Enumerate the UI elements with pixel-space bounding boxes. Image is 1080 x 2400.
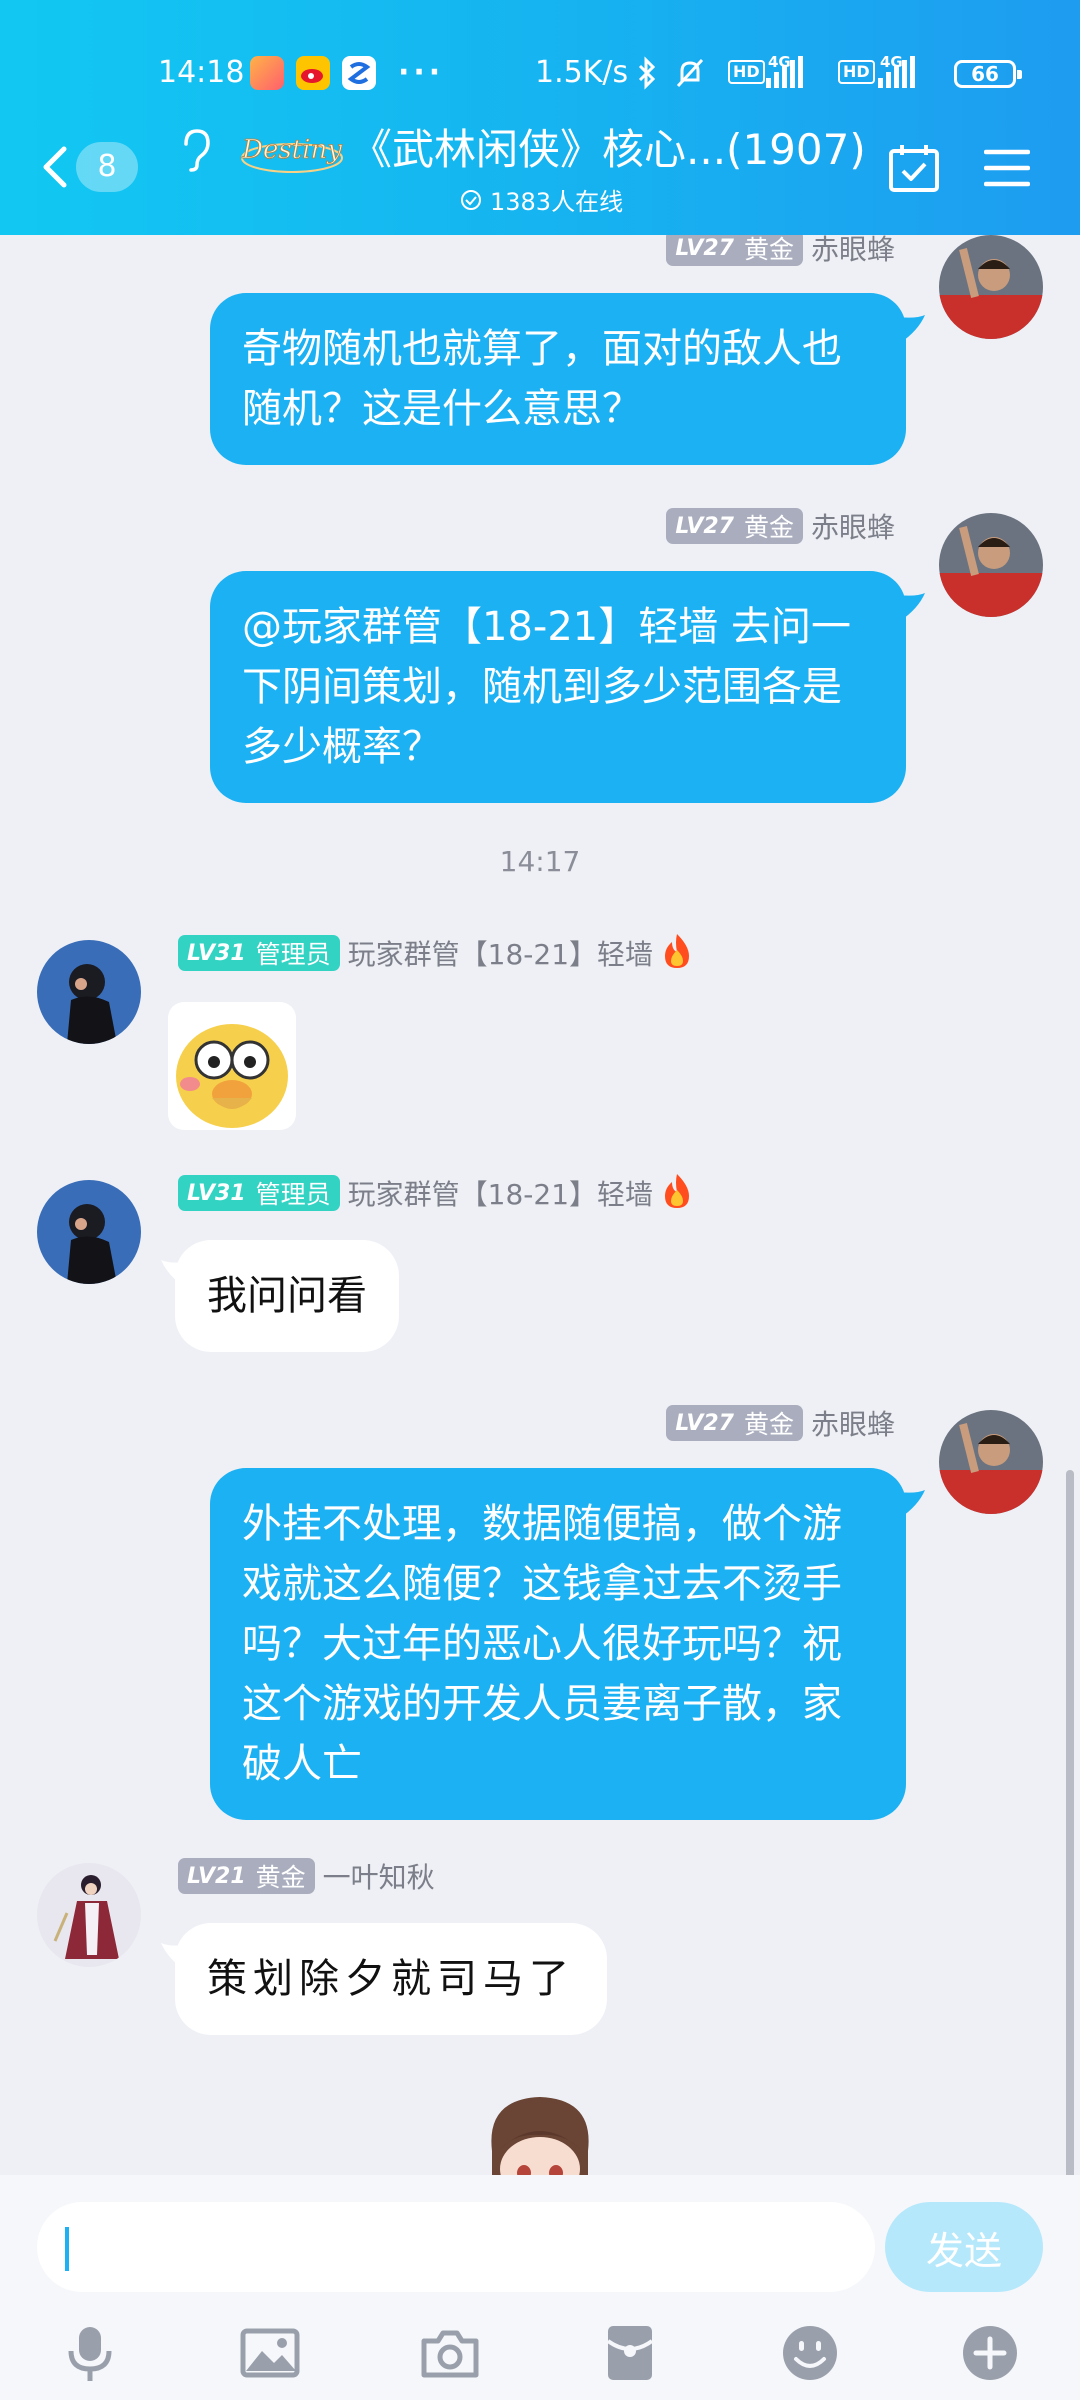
back-button[interactable]: 8 xyxy=(40,140,148,194)
sender-name: 赤眼蜂 xyxy=(810,1408,895,1441)
online-count-text: 1383人在线 xyxy=(490,188,624,216)
game-app-icon xyxy=(250,56,284,90)
sender-name: 一叶知秋 xyxy=(322,1861,435,1894)
camera-icon[interactable] xyxy=(420,2323,480,2383)
check-circle-icon xyxy=(461,189,481,210)
duck-sticker[interactable] xyxy=(168,1002,296,1130)
hd-badge-2: HD xyxy=(838,60,875,84)
level-badge: LV27 黄金 xyxy=(666,1405,803,1441)
group-title[interactable]: 《武林闲侠》核心...(1907) xyxy=(350,122,880,178)
message-bubble[interactable]: 外挂不处理，数据随便搞，做个游戏就这么随便？这钱拿过去不烫手吗？大过年的恶心人很… xyxy=(210,1468,906,1820)
signal-1-icon xyxy=(766,56,803,88)
online-count[interactable]: 1383人在线 xyxy=(460,182,623,217)
red-packet-icon[interactable] xyxy=(600,2323,660,2383)
message-bubble[interactable]: 奇物随机也就算了，面对的敌人也随机？这是什么意思？ xyxy=(210,293,906,465)
level-badge: LV31 管理员 xyxy=(178,935,340,971)
avatar[interactable] xyxy=(37,940,141,1044)
bluetooth-icon xyxy=(638,56,656,90)
image-icon[interactable] xyxy=(240,2323,300,2383)
message-bubble[interactable]: @玩家群管【18-21】轻墙 去问一下阴间策划，随机到多少范围各是多少概率？ xyxy=(210,571,906,803)
status-time: 14:18 xyxy=(158,54,245,90)
status-more-dots: ··· xyxy=(398,54,445,90)
avatar[interactable] xyxy=(37,1863,141,1967)
sender-name: 玩家群管【18-21】轻墙 xyxy=(347,938,654,971)
menu-icon[interactable] xyxy=(984,148,1030,188)
hd-badge-1: HD xyxy=(728,60,765,84)
weibo-icon xyxy=(296,56,330,90)
sender-meta: LV27 黄金 赤眼蜂 xyxy=(666,235,895,266)
level-badge: LV31 管理员 xyxy=(178,1175,340,1211)
mic-icon[interactable] xyxy=(60,2323,120,2383)
message-bubble[interactable]: 我问问看 xyxy=(175,1240,399,1352)
sender-meta: LV31 管理员 玩家群管【18-21】轻墙 xyxy=(178,1172,695,1214)
app-notification-icon xyxy=(342,56,376,90)
time-divider: 14:17 xyxy=(499,845,581,878)
calendar-check-icon[interactable] xyxy=(888,143,940,193)
scrollbar[interactable] xyxy=(1066,1470,1074,2185)
plus-icon[interactable] xyxy=(960,2323,1020,2383)
sender-name: 赤眼蜂 xyxy=(810,511,895,544)
status-net-speed: 1.5K/s xyxy=(535,54,629,90)
avatar[interactable] xyxy=(939,235,1043,339)
send-button[interactable]: 发送 xyxy=(885,2202,1043,2292)
sender-meta: LV31 管理员 玩家群管【18-21】轻墙 xyxy=(178,932,695,974)
sender-meta: LV27 黄金 赤眼蜂 xyxy=(666,1405,895,1441)
mute-bell-icon xyxy=(676,58,704,88)
level-badge: LV27 黄金 xyxy=(666,508,803,544)
avatar[interactable] xyxy=(939,1410,1043,1514)
sender-meta: LV21 黄金 一叶知秋 xyxy=(178,1858,435,1894)
emoji-icon[interactable] xyxy=(780,2323,840,2383)
avatar[interactable] xyxy=(939,513,1043,617)
battery-icon: 66 xyxy=(954,60,1022,88)
group-logo: Destiny xyxy=(241,135,343,173)
fire-icon xyxy=(659,1172,695,1214)
sender-name: 玩家群管【18-21】轻墙 xyxy=(347,1178,654,1211)
input-bar: 发送 xyxy=(0,2175,1080,2400)
level-badge: LV21 黄金 xyxy=(178,1858,315,1894)
message-bubble[interactable]: 策划除夕就司马了 xyxy=(175,1923,607,2035)
message-input[interactable] xyxy=(37,2202,875,2292)
chat-message-list[interactable]: LV27 黄金 赤眼蜂 奇物随机也就算了，面对的敌人也随机？这是什么意思？ LV2… xyxy=(0,235,1080,2200)
sender-meta: LV27 黄金 赤眼蜂 xyxy=(666,508,895,544)
level-badge: LV27 黄金 xyxy=(666,235,803,266)
text-caret xyxy=(65,2227,69,2271)
logo-text: Destiny xyxy=(241,135,342,165)
fire-icon xyxy=(659,932,695,974)
ear-mode-icon[interactable] xyxy=(178,126,214,174)
chevron-left-icon xyxy=(43,146,67,188)
header-bar: 14:18 ··· 1.5K/s HD 4G HD 4G 66 8 Destin… xyxy=(0,0,1080,235)
sender-name: 赤眼蜂 xyxy=(810,235,895,266)
signal-2-icon xyxy=(878,56,915,88)
unread-count-badge: 8 xyxy=(76,142,138,192)
avatar[interactable] xyxy=(37,1180,141,1284)
